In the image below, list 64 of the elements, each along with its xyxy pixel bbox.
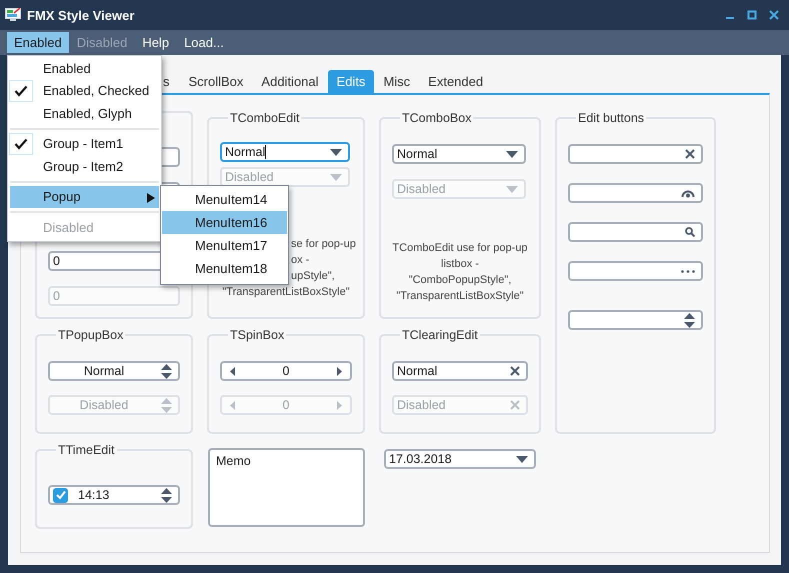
dropdown-arrow-icon [330,148,342,156]
text-field[interactable] [568,261,703,281]
up-down-arrows-icon [684,312,695,328]
spin-box[interactable]: 0 [220,361,352,381]
menu-item[interactable]: Enabled [10,57,159,80]
menu-bar-item[interactable]: Load... [177,32,231,53]
menu-bar-item[interactable]: Enabled [7,32,69,53]
menu-item[interactable]: Group - Item2 [10,155,159,178]
right-arrow-icon [336,400,342,410]
dropdown-arrow-icon [330,174,342,180]
group-title: TTimeEdit [57,443,116,457]
maximize-button[interactable] [747,10,757,20]
tab[interactable]: Misc [374,70,420,93]
group-title: TPopupBox [57,328,124,342]
text-field[interactable] [568,310,703,330]
tab[interactable]: Additional [252,70,328,93]
app-icon [5,8,21,22]
dropdown-arrow-icon [516,456,528,462]
left-arrow-icon [230,400,236,410]
tab[interactable]: s [160,70,180,93]
left-arrow-icon [230,366,236,376]
menu-item[interactable]: Enabled, Checked [10,80,159,102]
window-title: FMX Style Viewer [27,8,134,22]
time-field[interactable]: 14:13 [48,485,180,505]
checkbox[interactable] [53,488,68,502]
clear-icon [510,400,520,410]
description-text: "TransparentListBoxStyle" [222,285,350,300]
right-arrow-icon [336,366,342,376]
menu-item[interactable]: MenuItem14 [162,188,287,211]
search-icon [685,227,695,237]
clearing-edit[interactable]: Normal [392,361,528,381]
menu-item[interactable]: Popup [10,186,159,208]
group-title: TClearingEdit [401,328,479,342]
text-field[interactable] [568,222,703,242]
close-button[interactable] [769,10,779,20]
tab[interactable]: Extended [419,70,492,93]
group-title: TComboBox [401,111,472,125]
menu-item[interactable]: Group - Item1 [10,132,159,155]
group-title: Edit buttons [577,111,646,125]
up-down-arrows-icon [161,398,172,412]
combo-box[interactable]: Normal [220,142,350,162]
menu-item[interactable]: Enabled, Glyph [10,102,159,124]
menu-bar-item[interactable]: Help [135,32,176,53]
tab[interactable]: ScrollBox [180,70,252,93]
description-text: TComboEdit use for pop-up listbox - "ComboPopupStyle", "TransparentListBoxStyle" [392,241,528,304]
group-title: TSpinBox [229,328,286,342]
submenu-arrow-icon [147,192,155,202]
clear-icon [510,366,520,376]
memo-field[interactable]: Memo [208,448,365,527]
menu-item[interactable]: MenuItem16 [162,211,287,234]
popup-box[interactable]: Normal [48,361,180,381]
combo-box[interactable]: Normal [392,144,526,164]
dropdown-arrow-icon [506,150,518,158]
group-title: TComboEdit [229,111,300,125]
up-down-arrows-icon [161,364,172,378]
description-text: se for pop-up ox - upStyle", [291,237,356,284]
date-picker[interactable]: 17.03.2018 [384,449,536,469]
eye-icon [681,188,695,198]
up-down-arrows-icon [161,488,172,502]
ellipsis-icon [681,270,695,272]
text-field[interactable] [568,144,703,164]
clear-icon [685,149,695,159]
dropdown-arrow-icon [506,186,518,192]
text-field[interactable] [568,183,703,203]
